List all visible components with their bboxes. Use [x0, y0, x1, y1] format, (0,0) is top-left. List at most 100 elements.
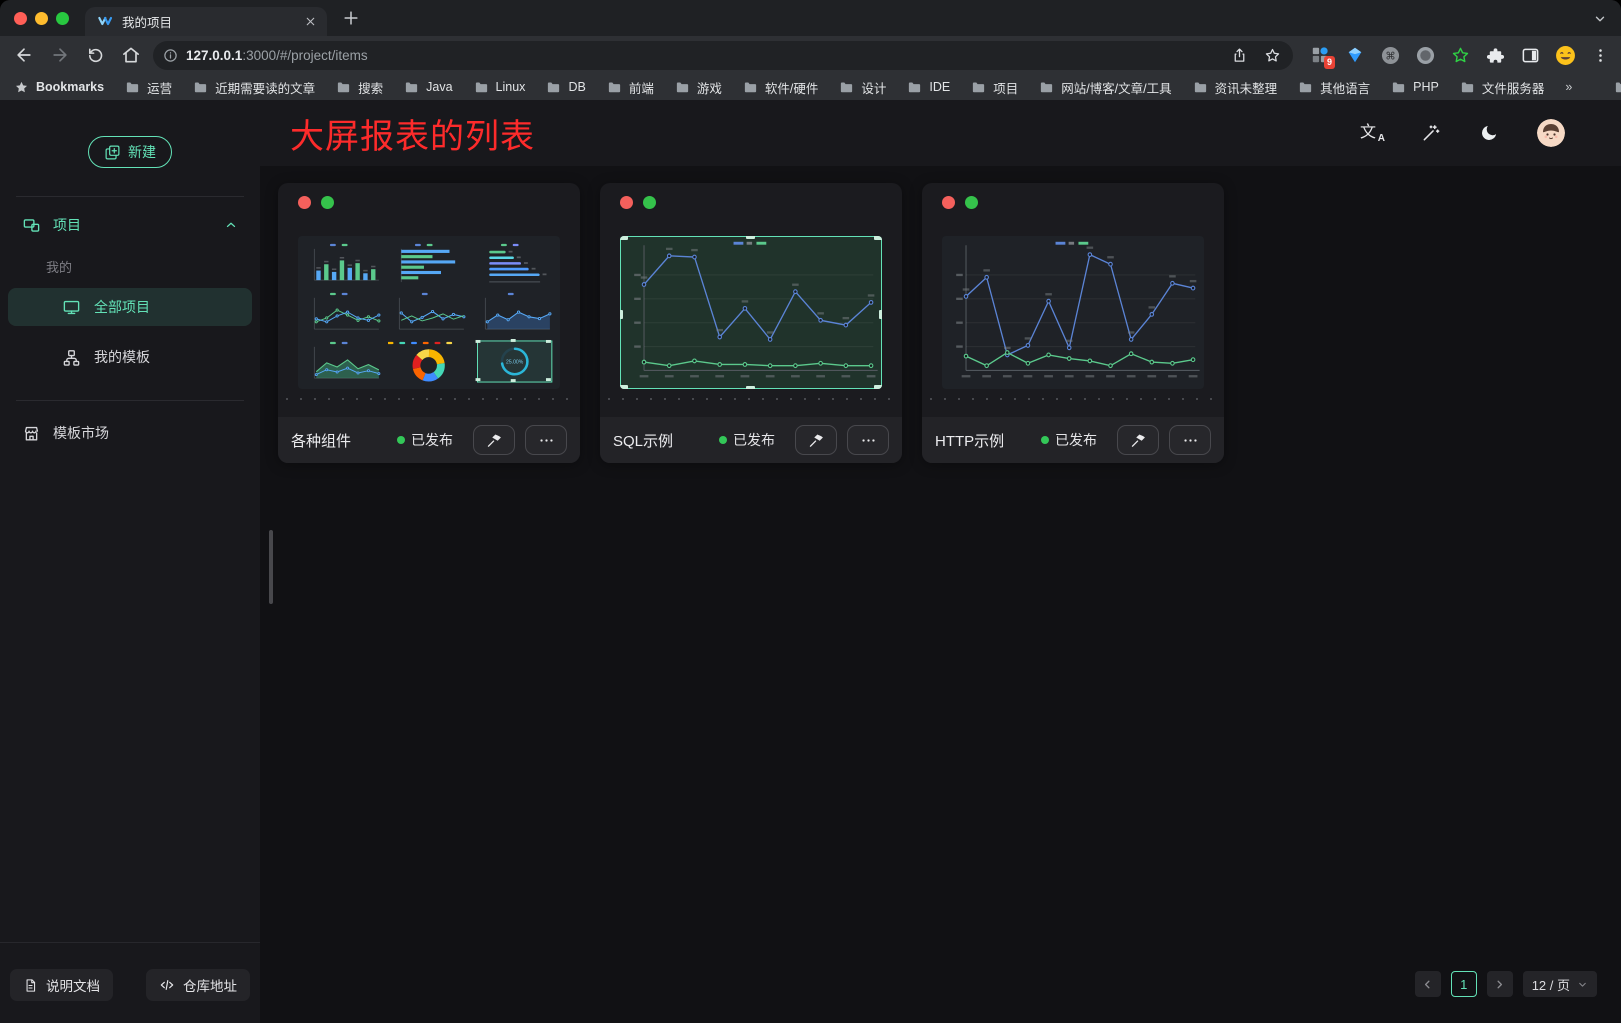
user-avatar[interactable]	[1537, 119, 1565, 147]
extensions-puzzle-icon[interactable]	[1484, 44, 1506, 66]
bookmark-item[interactable]: 设计	[839, 78, 886, 97]
minimize-window-button[interactable]	[35, 12, 48, 25]
main-area: 大屏报表的列表 文A	[260, 100, 1621, 1023]
extension-grid-icon[interactable]: 9	[1309, 44, 1331, 66]
next-page-button[interactable]	[1487, 971, 1513, 997]
browser-toolbar: 127.0.0.1:3000/#/project/items 9 ⌘	[0, 36, 1621, 74]
bookmark-item[interactable]: 前端	[607, 78, 654, 97]
address-bar[interactable]: 127.0.0.1:3000/#/project/items	[153, 41, 1293, 70]
bookmark-item[interactable]: IDE	[907, 80, 950, 95]
new-tab-button[interactable]	[341, 8, 361, 28]
more-options-button[interactable]	[525, 425, 567, 455]
other-bookmarks-folder[interactable]: 其他书签	[1614, 78, 1621, 97]
bookmark-star-icon[interactable]	[1264, 47, 1281, 64]
bookmark-label: DB	[568, 80, 585, 94]
sidebar-group-label: 项目	[53, 215, 81, 235]
sidebar-item-all-projects[interactable]: 全部项目	[8, 288, 252, 326]
sidebar-divider	[16, 196, 244, 197]
project-card[interactable]: SQL示例 已发布	[600, 183, 902, 463]
repo-button[interactable]: 仓库地址	[146, 969, 250, 1001]
bookmark-item[interactable]: 其他语言	[1298, 78, 1370, 97]
tab-close-icon[interactable]	[304, 15, 317, 28]
reload-icon[interactable]	[82, 41, 110, 69]
bookmark-item[interactable]: 搜索	[336, 78, 383, 97]
sidebar-group-project[interactable]: 项目	[22, 215, 238, 235]
zoom-window-button[interactable]	[56, 12, 69, 25]
bookmark-item[interactable]: 资讯未整理	[1193, 78, 1278, 97]
dark-mode-moon-icon[interactable]	[1479, 123, 1499, 143]
more-options-button[interactable]	[847, 425, 889, 455]
folder-icon	[546, 80, 561, 95]
project-card[interactable]: HTTP示例 已发布	[922, 183, 1224, 463]
copy-plus-icon	[104, 144, 121, 161]
bookmark-item[interactable]: PHP	[1391, 80, 1439, 95]
bookmark-item[interactable]: 软件/硬件	[743, 78, 818, 97]
bookmark-item[interactable]: 近期需要读的文章	[193, 78, 315, 97]
docs-button[interactable]: 说明文档	[10, 969, 113, 1001]
project-thumbnail[interactable]: 25.00%	[298, 236, 560, 389]
language-icon[interactable]: 文A	[1360, 125, 1383, 141]
app-header: 大屏报表的列表 文A	[260, 100, 1621, 166]
extension-green-star-icon[interactable]	[1449, 44, 1471, 66]
bookmark-item[interactable]: 网站/博客/文章/工具	[1039, 78, 1171, 97]
home-icon[interactable]	[117, 41, 145, 69]
edit-hammer-button[interactable]	[1117, 425, 1159, 455]
bookmark-label: PHP	[1413, 80, 1439, 94]
widget-thumbnail-grid: 25.00%	[298, 236, 560, 389]
edit-hammer-button[interactable]	[795, 425, 837, 455]
project-thumbnail[interactable]	[942, 236, 1204, 389]
svg-text:⌘: ⌘	[1385, 50, 1395, 62]
page-size-select[interactable]: 12 / 页	[1523, 971, 1597, 997]
status-badge: 已发布	[397, 430, 453, 450]
bookmark-item[interactable]: 文件服务器	[1460, 78, 1545, 97]
bookmark-item[interactable]: 游戏	[675, 78, 722, 97]
docs-button-label: 说明文档	[46, 975, 100, 995]
more-options-button[interactable]	[1169, 425, 1211, 455]
profile-emoji-icon[interactable]	[1554, 44, 1576, 66]
browser-window: 我的项目 127.0.0.1:3000/#/project/items	[0, 0, 1621, 1023]
bookmark-item[interactable]: DB	[546, 80, 585, 95]
folder-icon	[1391, 80, 1406, 95]
bookmark-label: Java	[426, 80, 452, 94]
close-window-button[interactable]	[14, 12, 27, 25]
bookmark-item[interactable]: Linux	[474, 80, 526, 95]
bookmark-item[interactable]: 运营	[125, 78, 172, 97]
site-info-icon[interactable]	[163, 48, 178, 63]
back-icon[interactable]	[10, 41, 38, 69]
red-dot	[942, 196, 955, 209]
edit-hammer-button[interactable]	[473, 425, 515, 455]
project-title: HTTP示例	[935, 430, 1004, 451]
tab-search-chevron-icon[interactable]	[1593, 12, 1607, 26]
sidebar-item-my-templates[interactable]: 我的模板	[8, 338, 252, 376]
side-panel-icon[interactable]	[1519, 44, 1541, 66]
new-project-button[interactable]: 新建	[88, 136, 172, 168]
bookmark-label: IDE	[929, 80, 950, 94]
browser-menu-icon[interactable]	[1589, 44, 1611, 66]
bookmark-item[interactable]: Java	[404, 80, 452, 95]
scrollbar-thumb[interactable]	[269, 530, 273, 604]
bookmarks-list: 运营 近期需要读的文章 搜索 Java Linux DB 前端	[125, 78, 1544, 97]
bookmarks-overflow-chevron[interactable]: »	[1565, 80, 1572, 94]
project-thumbnail[interactable]	[620, 236, 882, 389]
forward-icon[interactable]	[46, 41, 74, 69]
prev-page-button[interactable]	[1415, 971, 1441, 997]
extension-circle-icon[interactable]	[1414, 44, 1436, 66]
folder-icon	[743, 80, 758, 95]
hammer-icon	[486, 432, 503, 449]
sidebar-item-template-market[interactable]: 模板市场	[22, 423, 238, 443]
extension-command-icon[interactable]: ⌘	[1379, 44, 1401, 66]
card-window-dots	[620, 196, 656, 209]
chevron-up-icon[interactable]	[224, 218, 238, 232]
current-page-button[interactable]: 1	[1451, 971, 1477, 997]
project-card[interactable]: 25.00% 各种组件 已发布	[278, 183, 580, 463]
bookmark-label: 运营	[147, 78, 172, 97]
extension-gem-icon[interactable]	[1344, 44, 1366, 66]
bookmarks-manager[interactable]: Bookmarks	[14, 80, 104, 95]
tab-title: 我的项目	[122, 12, 295, 31]
document-icon	[23, 978, 38, 993]
bookmark-item[interactable]: 项目	[971, 78, 1018, 97]
content-area: 25.00% 各种组件 已发布	[260, 166, 1621, 1023]
magic-wand-icon[interactable]	[1421, 123, 1441, 143]
share-icon[interactable]	[1231, 47, 1248, 64]
browser-tab[interactable]: 我的项目	[85, 7, 327, 36]
